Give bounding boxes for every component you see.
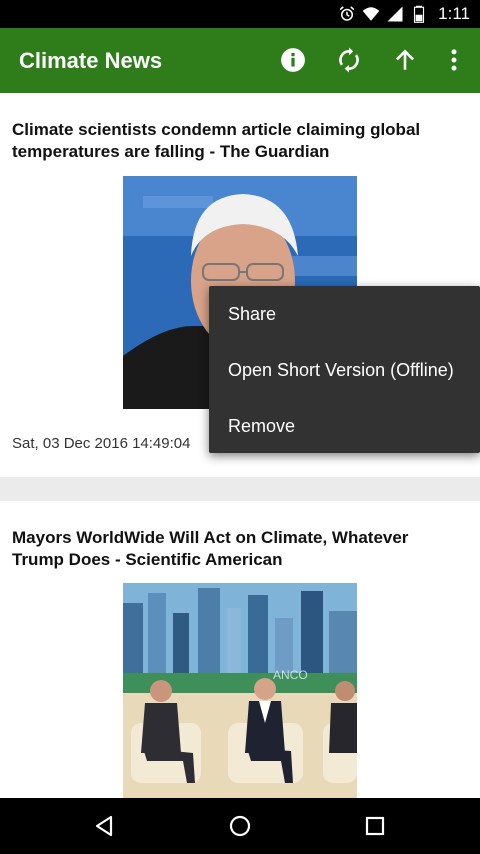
battery-icon <box>414 5 425 23</box>
recents-button[interactable] <box>357 808 393 844</box>
screen: 1:11 Climate News Climate scientists con… <box>0 0 480 854</box>
alarm-icon <box>339 6 355 21</box>
status-bar: 1:11 <box>0 0 480 28</box>
refresh-icon <box>339 47 359 73</box>
article-title[interactable]: Climate scientists condemn article claim… <box>12 119 458 163</box>
article-title[interactable]: Mayors WorldWide Will Act on Climate, Wh… <box>12 527 458 571</box>
app-bar: Climate News <box>0 28 480 93</box>
article-card[interactable]: Mayors WorldWide Will Act on Climate, Wh… <box>0 501 480 798</box>
article-context-menu: Share Open Short Version (Offline) Remov… <box>209 286 480 453</box>
menu-item-open-short-version[interactable]: Open Short Version (Offline) <box>209 342 480 398</box>
back-icon <box>95 815 113 837</box>
home-icon <box>229 815 251 837</box>
article-date: Sat, 03 Dec 2016 14:49:04 <box>12 435 191 452</box>
signal-icon <box>387 6 403 22</box>
recents-icon <box>365 816 385 836</box>
more-vert-icon <box>451 49 457 71</box>
back-button[interactable] <box>87 808 123 844</box>
navigation-bar <box>0 798 480 854</box>
overflow-menu-button[interactable] <box>436 42 472 78</box>
menu-item-share[interactable]: Share <box>209 286 480 342</box>
scroll-top-button[interactable] <box>387 42 423 78</box>
info-icon <box>281 48 305 72</box>
info-button[interactable] <box>275 42 311 78</box>
home-button[interactable] <box>222 808 258 844</box>
status-icons: 1:11 <box>338 3 470 25</box>
menu-item-remove[interactable]: Remove <box>209 398 480 454</box>
app-title: Climate News <box>19 48 163 73</box>
status-time: 1:11 <box>438 4 470 23</box>
article-image-conference: ANCO <box>123 583 357 798</box>
svg-text:ANCO: ANCO <box>273 668 308 682</box>
article-thumbnail[interactable]: ANCO <box>123 583 357 798</box>
arrow-up-icon <box>395 49 415 70</box>
refresh-button[interactable] <box>331 42 367 78</box>
wifi-icon <box>362 7 380 21</box>
